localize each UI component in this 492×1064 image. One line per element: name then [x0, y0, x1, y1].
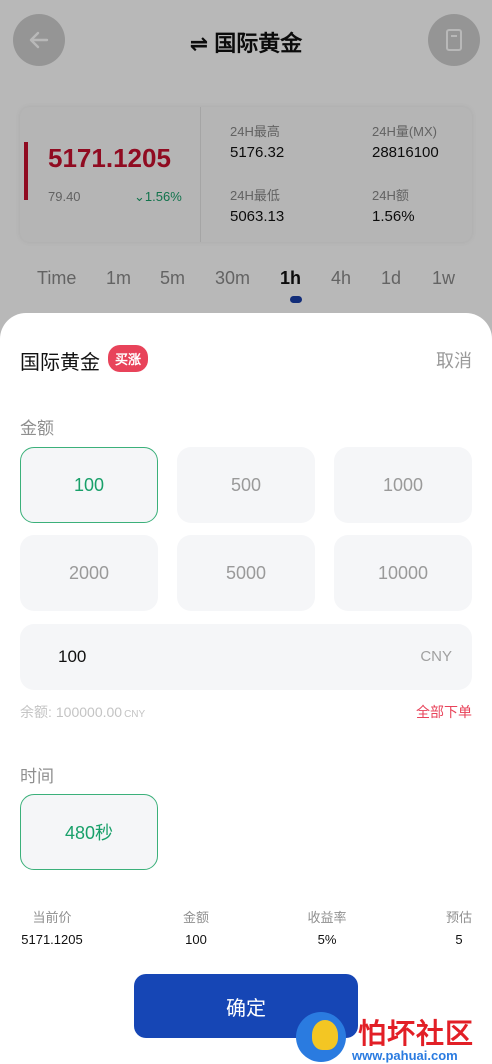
summary-value: 5171.1205 — [21, 932, 83, 947]
balance-unit: CNY — [124, 709, 146, 720]
summary-current-price: 当前价 5171.1205 — [20, 907, 84, 947]
summary-value: 5% — [317, 932, 337, 947]
amount-unit: CNY — [420, 648, 452, 665]
amount-option-500[interactable]: 500 — [177, 447, 315, 523]
watermark-logo-mark — [312, 1020, 338, 1050]
summary-amount: 金额 100 — [174, 907, 218, 947]
sheet-title: 国际黄金 — [20, 352, 100, 374]
watermark-url: www.pahuai.com — [352, 1048, 458, 1063]
amount-option-100[interactable]: 100 — [20, 447, 158, 523]
amount-option-5000[interactable]: 5000 — [177, 535, 315, 611]
summary-label: 收益率 — [307, 910, 347, 925]
amount-input-field[interactable]: 100 CNY — [20, 624, 472, 690]
summary-estimate: 预估 5 — [441, 907, 477, 947]
balance-label: 余额: — [20, 704, 52, 720]
amount-label: 金额 — [20, 419, 54, 438]
time-option-480s[interactable]: 480秒 — [20, 794, 158, 870]
summary-value: 100 — [185, 932, 207, 947]
order-sheet: 国际黄金 买涨 取消 金额 100 500 1000 2000 5000 100… — [0, 313, 492, 1064]
watermark-text: 怕坏社区 — [358, 1018, 475, 1049]
summary-label: 预估 — [445, 910, 472, 925]
summary-label: 当前价 — [32, 910, 72, 925]
time-label: 时间 — [20, 767, 54, 786]
summary-value: 5 — [455, 932, 463, 947]
direction-badge: 买涨 — [108, 345, 148, 372]
amount-input-value[interactable]: 100 — [58, 647, 86, 667]
summary-label: 金额 — [182, 910, 209, 925]
amount-option-10000[interactable]: 10000 — [334, 535, 472, 611]
amount-option-2000[interactable]: 2000 — [20, 535, 158, 611]
all-order-button[interactable]: 全部下单 — [416, 702, 472, 722]
amount-option-1000[interactable]: 1000 — [334, 447, 472, 523]
balance-row: 余额: 100000.00 CNY 全部下单 — [20, 702, 472, 722]
cancel-button[interactable]: 取消 — [436, 347, 472, 373]
balance-value: 100000.00 — [55, 704, 123, 720]
watermark: 怕坏社区 www.pahuai.com — [296, 1008, 492, 1064]
summary-return-rate: 收益率 5% — [304, 907, 350, 947]
watermark-logo — [296, 1012, 346, 1062]
